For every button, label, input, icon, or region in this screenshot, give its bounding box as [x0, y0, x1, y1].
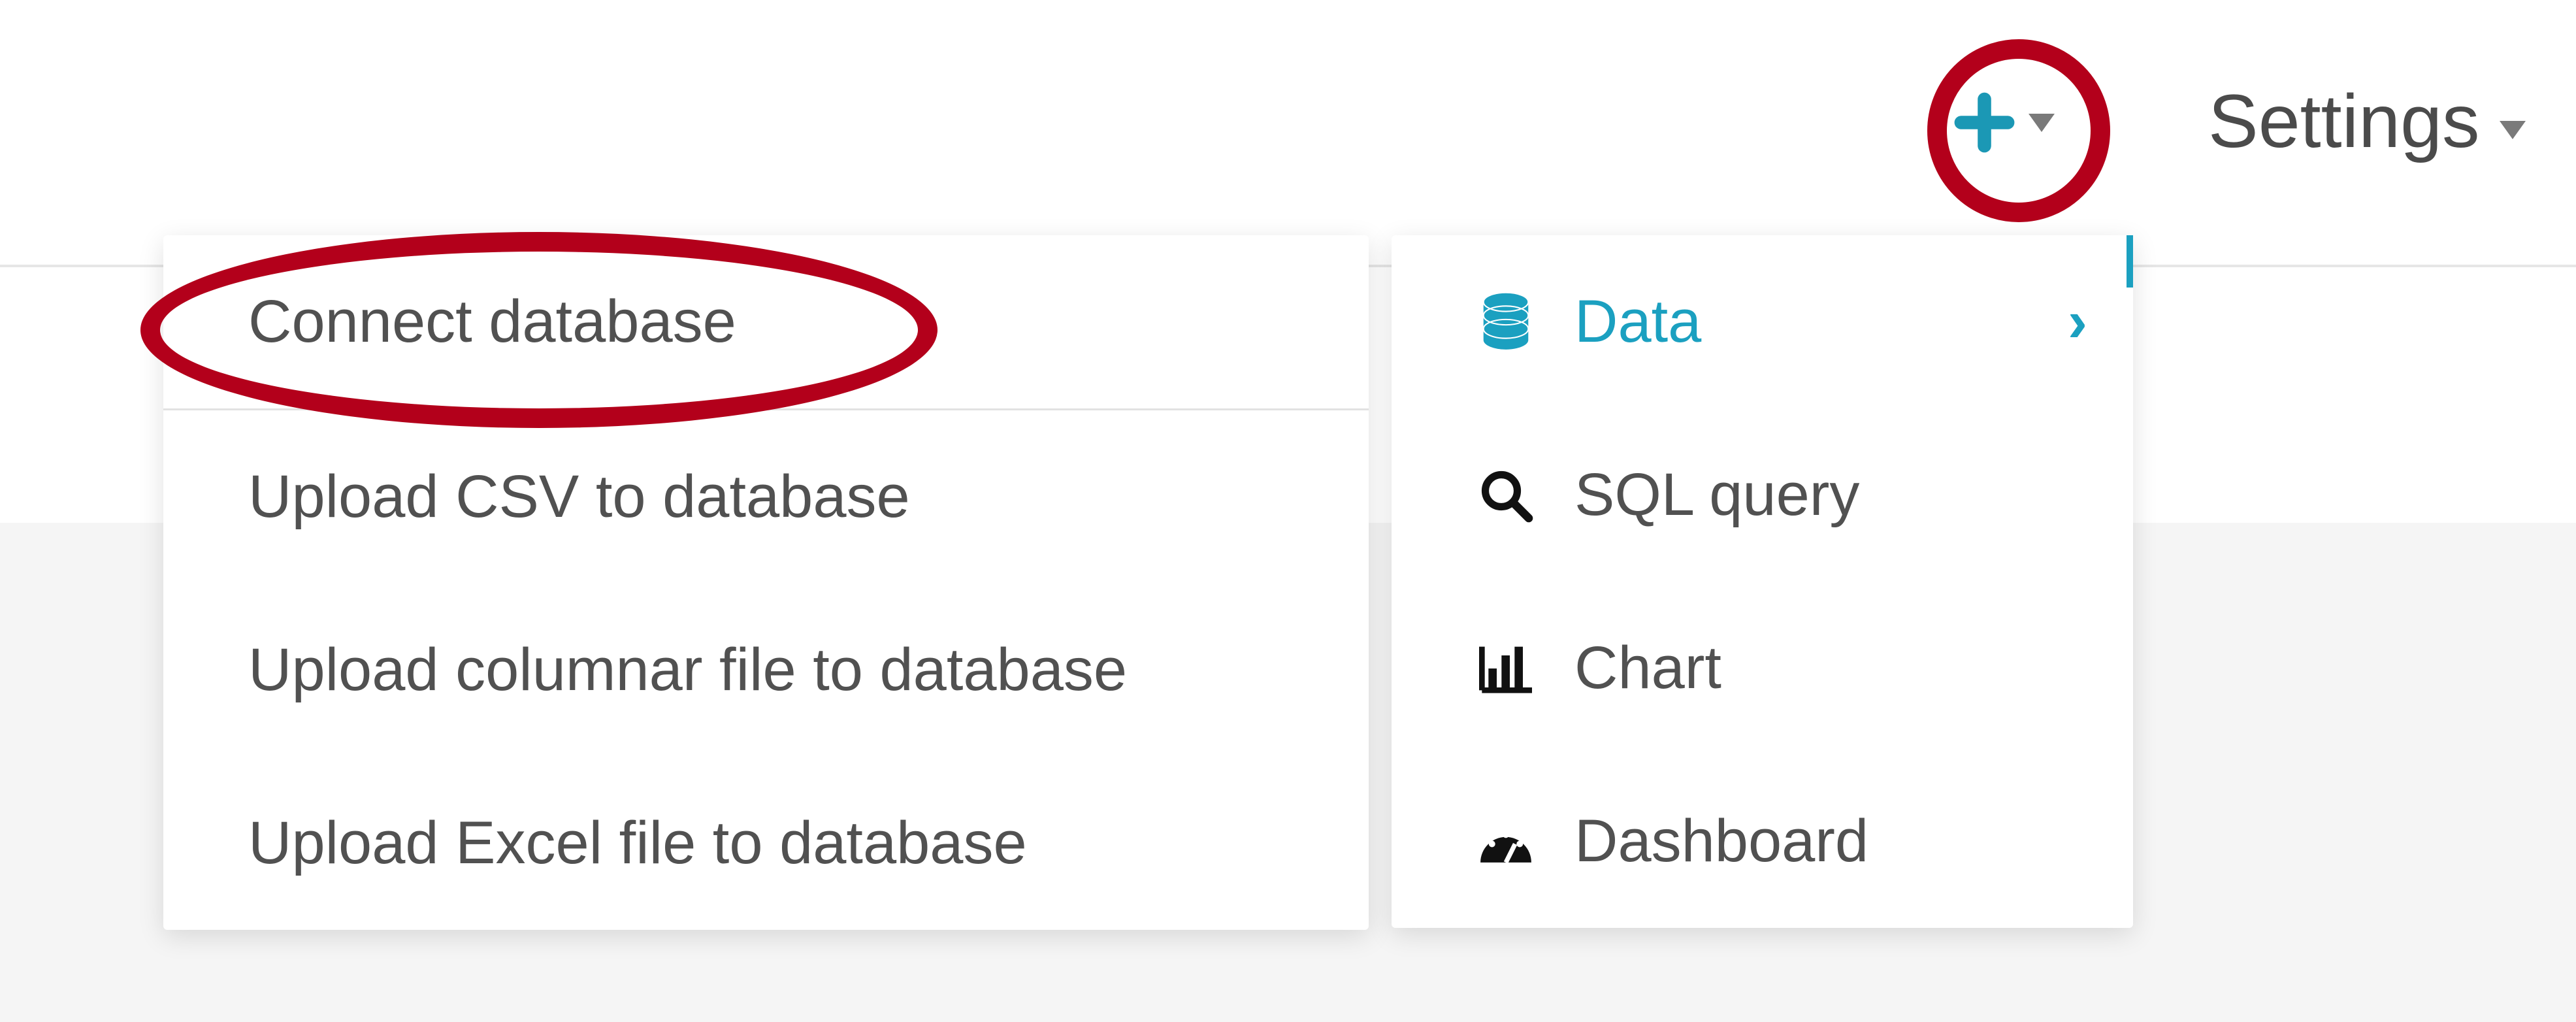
menu-item-label: Dashboard [1574, 807, 2087, 876]
menu-item-data[interactable]: Data › [1392, 235, 2133, 408]
chevron-right-icon: › [2068, 288, 2087, 355]
menu-item-sql-query[interactable]: SQL query [1392, 408, 2133, 582]
caret-down-icon [2500, 121, 2526, 139]
menu-item-chart[interactable]: Chart [1392, 582, 2133, 755]
caret-down-icon [2029, 114, 2055, 132]
submenu-item-upload-excel[interactable]: Upload Excel file to database [163, 757, 1369, 930]
submenu-item-label: Upload columnar file to database [248, 636, 1323, 704]
menu-item-dashboard[interactable]: Dashboard [1392, 755, 2133, 928]
submenu-item-label: Upload Excel file to database [248, 809, 1323, 878]
data-submenu: Connect database Upload CSV to database … [163, 235, 1369, 930]
menu-item-label: SQL query [1574, 461, 2087, 529]
database-icon [1473, 291, 1539, 354]
menu-item-label: Chart [1574, 634, 2087, 702]
settings-label: Settings [2208, 78, 2480, 165]
submenu-item-connect-database[interactable]: Connect database [163, 235, 1369, 410]
top-nav: Settings [0, 0, 2576, 267]
submenu-item-upload-columnar[interactable]: Upload columnar file to database [163, 584, 1369, 757]
settings-button[interactable]: Settings [2208, 78, 2526, 165]
plus-icon [1953, 91, 2015, 154]
submenu-item-label: Upload CSV to database [248, 463, 1323, 531]
add-new-button[interactable] [1953, 91, 2055, 154]
submenu-item-upload-csv[interactable]: Upload CSV to database [163, 410, 1369, 584]
chart-icon [1473, 642, 1539, 695]
search-icon [1473, 468, 1539, 523]
dashboard-icon [1473, 816, 1539, 868]
menu-item-label: Data [1574, 288, 2068, 356]
submenu-item-label: Connect database [248, 288, 1323, 356]
add-menu: Data › SQL query Chart [1392, 235, 2133, 928]
